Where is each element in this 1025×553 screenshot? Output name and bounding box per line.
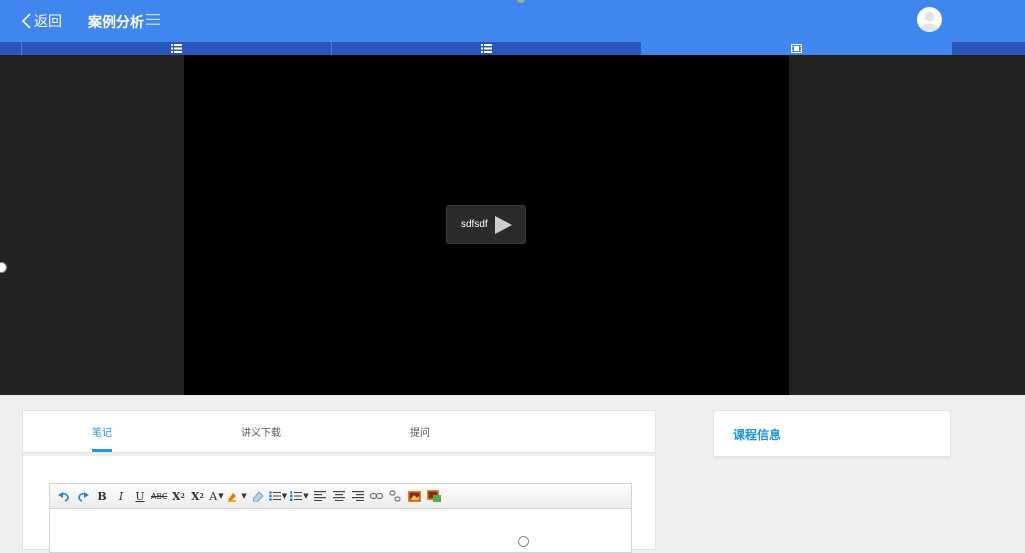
notes-tabs: 笔记 讲义下载 提问	[23, 411, 655, 453]
align-left-icon[interactable]	[312, 488, 328, 505]
divider	[23, 453, 655, 456]
align-right-icon[interactable]	[350, 488, 366, 505]
notes-panel: 笔记 讲义下载 提问 B I U ABC X2 X2 A ▼ ▼ ▼ ▼	[22, 410, 656, 553]
play-button-label: sdfsdf	[461, 219, 488, 230]
course-info-panel: 课程信息	[713, 410, 951, 459]
page-title: 案例分析	[88, 14, 144, 30]
back-button[interactable]: 返回	[22, 11, 62, 31]
tab-questions[interactable]: 提问	[410, 424, 430, 439]
align-center-icon[interactable]	[331, 488, 347, 505]
top-header: 返回 案例分析	[0, 0, 1025, 42]
link-icon[interactable]	[369, 488, 385, 505]
superscript-icon[interactable]: X2	[170, 488, 186, 505]
bold-icon[interactable]: B	[94, 488, 110, 505]
tab-list[interactable]	[332, 42, 641, 55]
play-icon	[494, 215, 512, 234]
menu-icon[interactable]	[146, 14, 160, 25]
unlink-icon[interactable]	[388, 488, 404, 505]
play-button[interactable]: sdfsdf	[446, 205, 526, 244]
video-player[interactable]: sdfsdf	[184, 55, 789, 395]
subscript-icon[interactable]: X2	[189, 488, 205, 505]
editor-toolbar: B I U ABC X2 X2 A ▼ ▼ ▼ ▼	[50, 484, 631, 509]
tab-catalog[interactable]	[21, 42, 331, 55]
insert-image-icon[interactable]	[426, 488, 442, 505]
course-info-title: 课程信息	[733, 428, 782, 442]
image-icon[interactable]	[407, 488, 423, 505]
unordered-list-icon[interactable]: ▼	[268, 488, 287, 505]
tab-handout-download[interactable]: 讲义下载	[241, 424, 281, 439]
italic-icon[interactable]: I	[113, 488, 129, 505]
undo-icon[interactable]	[56, 488, 72, 505]
underline-icon[interactable]: U	[132, 488, 148, 505]
active-tab-indicator	[92, 449, 112, 452]
list-icon	[170, 44, 182, 53]
avatar[interactable]	[917, 7, 942, 32]
resize-handle[interactable]	[0, 262, 7, 273]
tab-notes[interactable]: 笔记	[92, 424, 112, 439]
font-color-icon[interactable]: A ▼	[208, 488, 224, 505]
highlight-icon[interactable]: ▼	[227, 488, 247, 505]
film-icon	[791, 44, 802, 53]
view-tabs	[0, 42, 1025, 55]
back-label: 返回	[34, 13, 62, 29]
rich-text-editor[interactable]: B I U ABC X2 X2 A ▼ ▼ ▼ ▼	[49, 483, 632, 553]
ordered-list-icon[interactable]: ▼	[290, 488, 309, 505]
chevron-left-icon	[22, 13, 31, 29]
strikethrough-icon[interactable]: ABC	[151, 488, 167, 505]
user-icon	[920, 11, 939, 32]
tab-video[interactable]	[641, 42, 952, 55]
redo-icon[interactable]	[75, 488, 91, 505]
list-icon	[481, 44, 492, 53]
eraser-icon[interactable]	[250, 488, 266, 505]
video-area: sdfsdf	[0, 55, 1025, 395]
